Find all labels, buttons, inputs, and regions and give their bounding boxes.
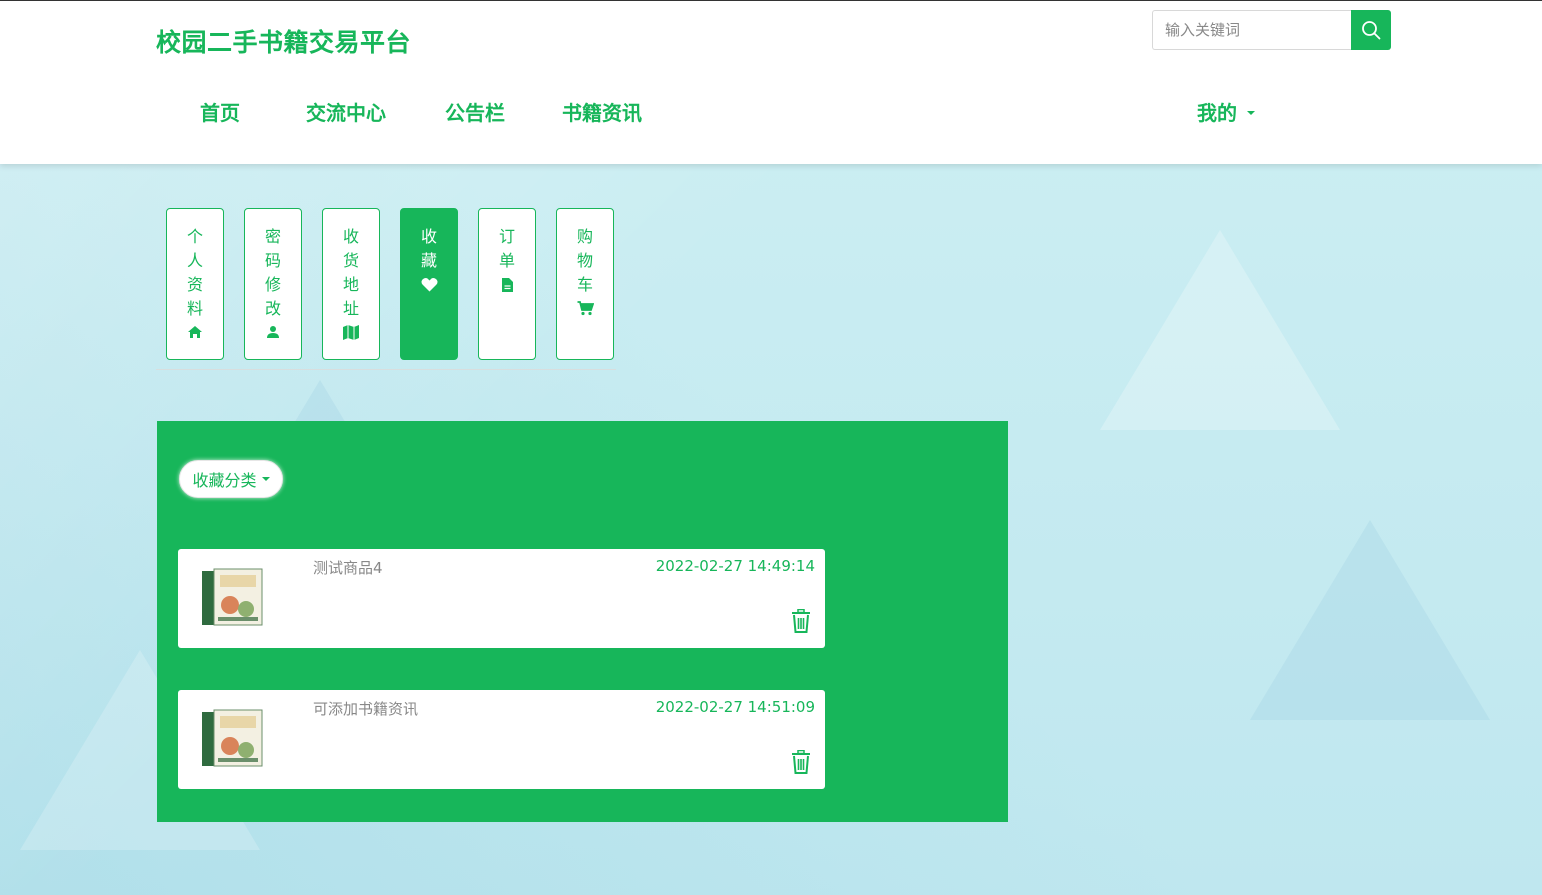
map-icon [343, 325, 359, 340]
heart-icon [421, 277, 437, 292]
nav-community[interactable]: 交流中心 [306, 97, 386, 126]
tab-cart[interactable]: 购 物 车 [556, 208, 614, 360]
favorite-item-time: 2022-02-27 14:49:14 [655, 557, 815, 575]
tab-char: 料 [186, 299, 203, 318]
trash-icon[interactable] [791, 750, 811, 774]
site-header: 校园二手书籍交易平台 首页 交流中心 公告栏 书籍资讯 我的 [0, 0, 1542, 164]
search-button[interactable] [1351, 10, 1391, 50]
search-box [1152, 10, 1391, 50]
background-shape [1100, 230, 1340, 430]
tab-char: 址 [342, 299, 359, 318]
caret-down-icon [1247, 111, 1255, 115]
tabs-divider [156, 369, 616, 370]
tab-password[interactable]: 密 码 修 改 [244, 208, 302, 360]
favorite-item[interactable]: 可添加书籍资讯 2022-02-27 14:51:09 [178, 690, 825, 789]
nav-book-news[interactable]: 书籍资讯 [562, 97, 642, 126]
favorite-item-name[interactable]: 可添加书籍资讯 [313, 698, 418, 719]
nav-mine-dropdown[interactable]: 我的 [1197, 97, 1255, 126]
tab-char: 修 [264, 275, 281, 294]
tab-char: 收 [342, 227, 359, 246]
favorite-category-dropdown[interactable]: 收藏分类 [179, 460, 283, 498]
tab-char: 地 [342, 275, 359, 294]
tab-char: 物 [576, 251, 593, 270]
tab-orders[interactable]: 订 单 [478, 208, 536, 360]
tab-char: 人 [186, 251, 203, 270]
search-input[interactable] [1152, 10, 1351, 50]
book-thumbnail [202, 709, 263, 767]
tab-char: 改 [264, 299, 281, 318]
tab-char: 订 [498, 227, 515, 246]
nav-home[interactable]: 首页 [200, 97, 240, 126]
home-icon [188, 326, 202, 338]
tab-char: 个 [186, 227, 203, 246]
cart-icon [577, 301, 594, 316]
profile-tabs: 个 人 资 料 密 码 修 改 收 货 地 址 收 藏 订 单 购 物 车 [166, 208, 614, 360]
nav-mine-label: 我的 [1197, 101, 1237, 125]
category-label: 收藏分类 [192, 471, 257, 490]
tab-char: 货 [342, 251, 359, 270]
user-icon [267, 326, 279, 338]
tab-profile[interactable]: 个 人 资 料 [166, 208, 224, 360]
favorite-item-name[interactable]: 测试商品4 [313, 557, 383, 578]
background-shape [1250, 520, 1490, 720]
tab-char: 资 [186, 275, 203, 294]
tab-char: 购 [576, 227, 593, 246]
file-icon [501, 278, 513, 292]
favorite-item-time: 2022-02-27 14:51:09 [655, 698, 815, 716]
tab-char: 收 [420, 227, 437, 246]
tab-favorites[interactable]: 收 藏 [400, 208, 458, 360]
search-icon [1362, 21, 1381, 40]
nav-notice[interactable]: 公告栏 [445, 97, 505, 126]
book-thumbnail [202, 568, 263, 626]
tab-char: 车 [576, 275, 593, 294]
tab-char: 单 [498, 251, 515, 270]
trash-icon[interactable] [791, 609, 811, 633]
site-title[interactable]: 校园二手书籍交易平台 [156, 23, 411, 59]
favorite-item[interactable]: 测试商品4 2022-02-27 14:49:14 [178, 549, 825, 648]
caret-down-icon [261, 477, 270, 481]
tab-address[interactable]: 收 货 地 址 [322, 208, 380, 360]
tab-char: 码 [264, 251, 281, 270]
tab-char: 藏 [420, 251, 437, 270]
tab-char: 密 [264, 227, 281, 246]
favorites-panel: 收藏分类 测试商品4 2022-02-27 14:49:14 可添加书籍资讯 2… [157, 421, 1008, 822]
